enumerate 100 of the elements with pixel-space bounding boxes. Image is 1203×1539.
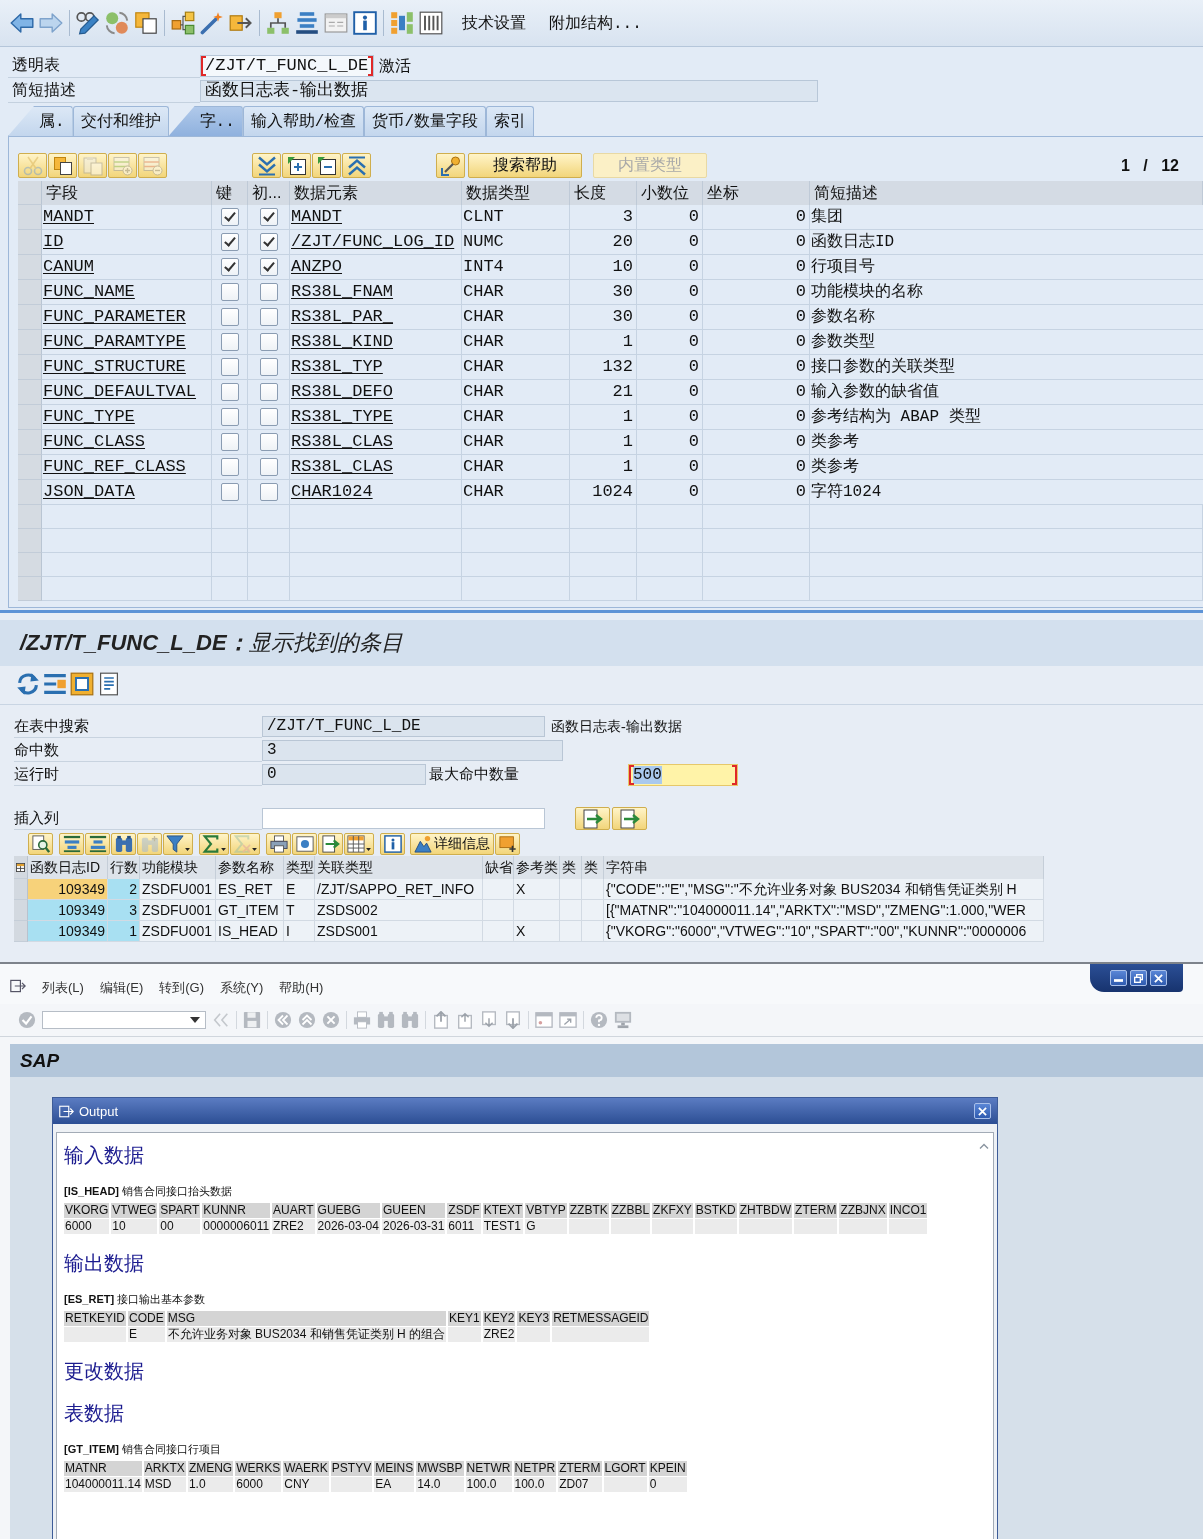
printer-button[interactable]	[266, 832, 291, 855]
field-link[interactable]: FUNC_PARAMETER	[43, 305, 186, 329]
data-element-link[interactable]: ANZPO	[291, 255, 342, 279]
checkbox[interactable]	[220, 358, 239, 376]
tab[interactable]: 交付和维护	[72, 106, 169, 136]
table-button[interactable]	[344, 832, 374, 855]
field-link[interactable]: CANUM	[43, 255, 94, 279]
copy-button[interactable]	[48, 153, 77, 178]
checkbox[interactable]	[220, 483, 239, 501]
column-header[interactable]: 参考类	[514, 856, 560, 879]
field-link[interactable]: FUNC_REF_CLASS	[43, 455, 186, 479]
wand-icon[interactable]	[200, 11, 224, 35]
data-element-link[interactable]: RS38L_KIND	[291, 330, 394, 354]
field-link[interactable]: ID	[43, 230, 64, 254]
help-icon[interactable]	[590, 1011, 608, 1029]
checkbox[interactable]	[259, 258, 278, 276]
checkbox[interactable]	[259, 233, 278, 251]
command-field[interactable]	[42, 1011, 206, 1029]
field-link[interactable]: FUNC_NAME	[43, 280, 135, 304]
forward-arrow-icon[interactable]	[39, 11, 63, 35]
column-header[interactable]: 参数名称	[216, 856, 284, 879]
pages-icon[interactable]	[134, 11, 158, 35]
field-link[interactable]: FUNC_TYPE	[43, 405, 135, 429]
menu-item[interactable]: 帮助(H)	[279, 977, 324, 999]
back-arrow-icon[interactable]	[10, 11, 34, 35]
checkbox[interactable]	[259, 358, 278, 376]
printer-icon[interactable]	[353, 1011, 371, 1029]
page-arrow-button[interactable]	[612, 807, 647, 830]
insert-row-button[interactable]	[108, 153, 137, 178]
glasses-pencil-icon[interactable]	[76, 11, 100, 35]
close-button[interactable]	[1150, 970, 1167, 986]
delete-row-button[interactable]	[138, 153, 167, 178]
tree-icon[interactable]	[266, 11, 290, 35]
menu-item[interactable]: 系统(Y)	[220, 977, 264, 999]
input-field[interactable]: /ZJT/T_FUNC_L_DE	[200, 55, 374, 77]
checkbox[interactable]	[220, 408, 239, 426]
data-element-link[interactable]: CHAR1024	[291, 480, 373, 504]
detail-button[interactable]: 详细信息	[410, 832, 494, 855]
column-header[interactable]: 功能模块	[140, 856, 216, 879]
checkbox[interactable]	[259, 383, 278, 401]
data-element-link[interactable]: RS38L_TYPE	[291, 405, 394, 429]
column-header[interactable]: 缺省	[483, 856, 514, 879]
sigma-button[interactable]	[199, 832, 229, 855]
column-header[interactable]: 函数日志ID	[28, 856, 108, 879]
column-header[interactable]: 字符串	[604, 856, 1044, 879]
field-link[interactable]: FUNC_PARAMTYPE	[43, 330, 186, 354]
circles-arrows-icon[interactable]	[105, 11, 129, 35]
field-link[interactable]: JSON_DATA	[43, 480, 135, 504]
tab[interactable]: 货币/数量字段	[364, 106, 487, 136]
tab[interactable]: 字..	[168, 106, 243, 136]
checkbox[interactable]	[259, 408, 278, 426]
delete-button[interactable]	[312, 153, 341, 178]
columns-icon[interactable]	[419, 11, 443, 35]
close-button[interactable]	[974, 1103, 991, 1119]
double-chevron-icon[interactable]	[212, 1011, 230, 1029]
minimize-button[interactable]	[1110, 970, 1127, 986]
data-element-link[interactable]: RS38L_CLAS	[291, 455, 394, 479]
insert-button[interactable]	[282, 153, 311, 178]
document-icon[interactable]	[97, 672, 121, 696]
floppy-icon[interactable]	[243, 1011, 261, 1029]
tab[interactable]: 索引	[486, 106, 535, 136]
data-element-link[interactable]: MANDT	[291, 205, 342, 229]
window-icon[interactable]	[559, 1011, 577, 1029]
check-icon[interactable]	[18, 1011, 36, 1029]
checkbox[interactable]	[220, 283, 239, 301]
checkbox[interactable]	[259, 333, 278, 351]
input-field[interactable]: 函数日志表-输出数据	[200, 80, 818, 102]
data-element-link[interactable]: RS38L_PAR_	[291, 305, 394, 329]
tab[interactable]: 属.	[8, 106, 73, 136]
page-circle-button[interactable]	[292, 832, 317, 855]
binoculars-icon[interactable]	[401, 1011, 419, 1029]
column-header[interactable]: 类	[560, 856, 582, 879]
data-element-link[interactable]: /ZJT/FUNC_LOG_ID	[291, 230, 455, 254]
toolbar-button[interactable]: 技术设置	[458, 10, 530, 36]
input-field[interactable]	[262, 808, 545, 829]
monitor-icon[interactable]	[614, 1011, 632, 1029]
checkbox[interactable]	[259, 283, 278, 301]
scroll-up-icon[interactable]	[979, 1143, 989, 1149]
checkbox[interactable]	[220, 458, 239, 476]
input-field[interactable]: 500	[628, 763, 738, 786]
checkbox[interactable]	[259, 458, 278, 476]
box-plus-button[interactable]	[495, 832, 520, 855]
key-button[interactable]	[436, 153, 465, 178]
circle-chevron-icon[interactable]	[274, 1011, 292, 1029]
window-icon[interactable]	[535, 1011, 553, 1029]
page-arrow-button[interactable]	[575, 807, 610, 830]
filter-button[interactable]	[163, 832, 193, 855]
checkbox[interactable]	[220, 333, 239, 351]
checkbox[interactable]	[220, 233, 239, 251]
info-icon[interactable]	[353, 11, 377, 35]
bars-button[interactable]	[85, 832, 110, 855]
binoculars-button[interactable]	[111, 832, 136, 855]
checkbox[interactable]	[259, 483, 278, 501]
list-window-icon[interactable]	[324, 11, 348, 35]
checkbox[interactable]	[220, 433, 239, 451]
tiles-icon[interactable]	[390, 11, 414, 35]
magnifier-page-button[interactable]	[28, 832, 53, 855]
checkbox[interactable]	[259, 208, 278, 226]
page-arrow-button[interactable]	[318, 832, 343, 855]
hierarchy-icon[interactable]	[171, 11, 195, 35]
